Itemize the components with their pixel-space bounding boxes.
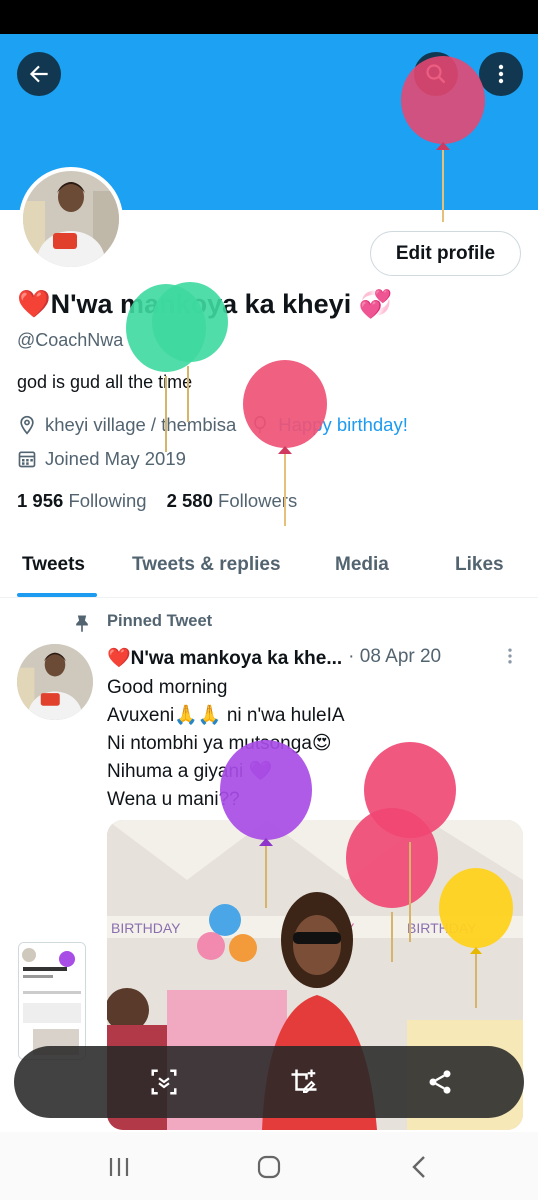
tweet-avatar[interactable]: [17, 644, 93, 720]
crop-edit-icon: [291, 1069, 317, 1093]
following-label: Following: [68, 490, 147, 511]
tweet-header: ❤️N'wa mankoya ka khe... · 08 Apr 20: [107, 646, 441, 670]
balloon-pink: [401, 56, 485, 222]
tab-likes[interactable]: Likes: [455, 554, 504, 576]
tab-media[interactable]: Media: [335, 554, 389, 576]
balloon-yellow: [439, 868, 513, 1008]
tweet-author[interactable]: ❤️N'wa mankoya ka khe...: [107, 646, 342, 670]
pin-icon: [76, 615, 88, 633]
location-pin-icon: [20, 415, 34, 435]
profile-tabs: Tweets Tweets & replies Media Likes: [0, 540, 538, 598]
followers-count: 2 580: [166, 490, 213, 511]
thumbnail-preview: [19, 943, 85, 1059]
following-count: 1 956: [17, 490, 64, 511]
screenshot-toolbar: [14, 1046, 524, 1118]
tweet-line: Good morning: [107, 677, 228, 698]
balloon-green: [126, 282, 228, 452]
tweet-more-icon[interactable]: [500, 646, 520, 666]
home-icon: [257, 1155, 281, 1179]
home-button[interactable]: [254, 1152, 284, 1182]
pinned-label: Pinned Tweet: [107, 612, 213, 630]
scan-text-button[interactable]: [146, 1064, 182, 1100]
following-link[interactable]: 1 956 Following: [17, 490, 147, 512]
avatar-photo: [17, 644, 93, 720]
nav-back-button[interactable]: [404, 1152, 434, 1182]
avatar-photo: [23, 171, 119, 267]
more-vertical-icon: [498, 64, 504, 84]
profile-handle: @CoachNwa: [17, 330, 124, 350]
nav-back-icon: [412, 1156, 425, 1178]
recent-apps-button[interactable]: [104, 1152, 134, 1182]
screenshot-thumbnail[interactable]: [18, 942, 86, 1060]
tweet-line: Avuxeni🙏🙏 ni n'wa huleIA: [107, 705, 345, 726]
share-button[interactable]: [422, 1064, 458, 1100]
crop-edit-button[interactable]: [286, 1064, 322, 1100]
status-bar: [0, 0, 538, 34]
back-arrow-icon: [29, 65, 48, 83]
calendar-icon: [18, 451, 36, 468]
tab-tweets-replies[interactable]: Tweets & replies: [132, 554, 281, 576]
recent-apps-icon: [109, 1158, 129, 1176]
profile-avatar[interactable]: [19, 167, 123, 271]
edit-profile-button[interactable]: Edit profile: [370, 231, 521, 276]
tab-tweets[interactable]: Tweets: [22, 554, 85, 576]
banner-text: BIRTHDAY: [111, 920, 181, 936]
share-icon: [429, 1070, 451, 1094]
tweet-date[interactable]: · 08 Apr 20: [348, 646, 441, 670]
balloon-pink: [243, 360, 327, 526]
system-nav-bar: [0, 1132, 538, 1200]
back-button[interactable]: [17, 52, 61, 96]
active-tab-indicator: [17, 593, 97, 597]
balloon-purple: [220, 740, 312, 908]
scan-text-icon: [151, 1069, 177, 1095]
